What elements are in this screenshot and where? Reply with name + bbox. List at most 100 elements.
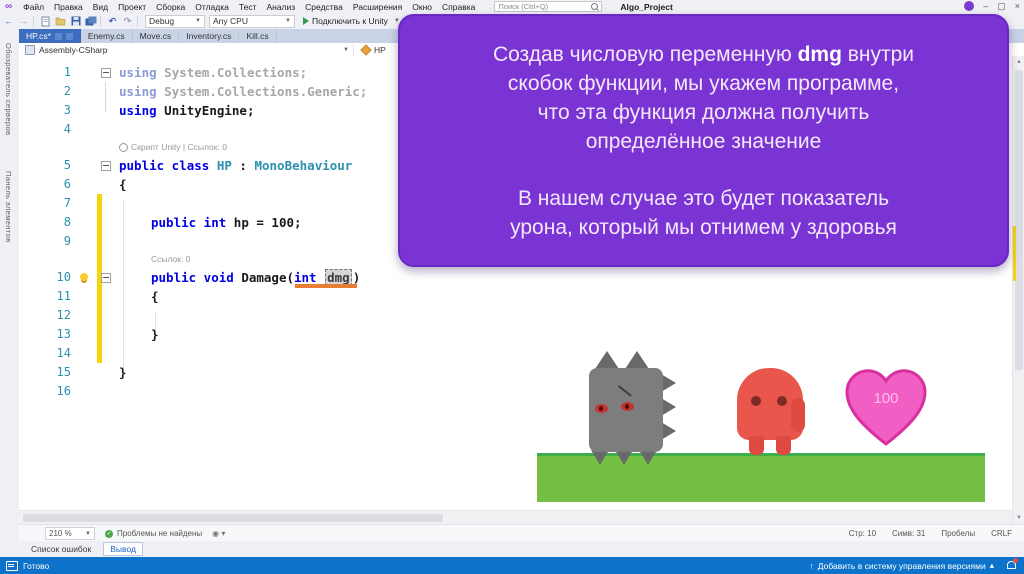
zoom-dropdown[interactable]: 210 % ▼ [45, 527, 95, 540]
vertical-scroll-thumb[interactable] [1015, 70, 1023, 370]
open-file-icon[interactable] [54, 15, 67, 27]
menu-item-окно[interactable]: Окно [407, 2, 437, 12]
code-lens-options-icon[interactable]: ◉ ▾ [212, 529, 225, 538]
document-tab[interactable]: Move.cs [133, 29, 180, 43]
menu-item-средства[interactable]: Средства [300, 2, 348, 12]
line-number: 5 [63, 158, 71, 172]
redo-icon[interactable]: ↷ [121, 15, 134, 27]
configuration-dropdown[interactable]: Debug ▼ [145, 14, 205, 28]
document-tab-label: Enemy.cs [87, 31, 125, 41]
cursor-line-indicator[interactable]: Стр: 10 [849, 529, 876, 538]
overlay-line: В нашем случае это будет показатель [517, 186, 890, 210]
account-avatar[interactable] [964, 1, 975, 11]
close-button[interactable]: × [1015, 1, 1020, 11]
line-number: 4 [63, 122, 71, 136]
bottom-panel-tabs: Список ошибок Вывод [19, 541, 1024, 557]
scroll-up-icon[interactable]: ▲ [1015, 58, 1023, 66]
scroll-down-icon[interactable]: ▼ [1015, 514, 1023, 522]
navigate-forward-icon[interactable]: → [17, 15, 30, 27]
close-tab-icon[interactable] [65, 32, 73, 40]
line-number: 10 [56, 270, 71, 284]
platform-dropdown[interactable]: Any CPU ▼ [209, 14, 295, 28]
fold-collapse-icon[interactable] [101, 273, 111, 283]
menu-item-отладка[interactable]: Отладка [190, 2, 234, 12]
editor-indicator-bar: 210 % ▼ ✓ Проблемы не найдены ◉ ▾ Стр: 10… [19, 524, 1024, 542]
document-tab[interactable]: HP.cs* [19, 29, 81, 43]
status-ready-label: Готово [23, 560, 50, 571]
horizontal-scrollbar[interactable] [19, 510, 1012, 525]
document-tab[interactable]: Kill.cs [239, 29, 277, 43]
cursor-column-indicator[interactable]: Симв: 31 [892, 529, 925, 538]
save-icon[interactable] [69, 15, 82, 27]
line-number: 14 [56, 346, 71, 360]
add-to-source-control-button[interactable]: ↑ Добавить в систему управления версиями… [810, 560, 994, 571]
code-line[interactable]: 11{ [19, 287, 1012, 306]
pin-icon[interactable] [54, 32, 62, 40]
vertical-scrollbar[interactable]: ▲ ▼ [1012, 56, 1024, 524]
menu-item-справка[interactable]: Справка [437, 2, 480, 12]
health-heart: 100 [843, 366, 929, 455]
health-value: 100 [873, 390, 899, 407]
menu-bar: Файл Правка Вид Проект Сборка Отладка Тест Анал… [18, 2, 480, 12]
code-line[interactable]: 10 public void Damage(int dmg) [19, 268, 1012, 288]
fold-collapse-icon[interactable] [101, 68, 111, 78]
fold-collapse-icon[interactable] [101, 161, 111, 171]
overlay-line: Создав числовую переменную dmg внутри [492, 42, 915, 66]
undo-icon[interactable]: ↶ [106, 15, 119, 27]
line-number: 11 [56, 289, 71, 303]
search-icon [591, 3, 599, 10]
feedback-smiley-icon[interactable] [6, 560, 18, 571]
panel-tab[interactable]: Вывод [103, 542, 143, 556]
notifications-bell-icon[interactable] [1007, 558, 1018, 569]
attach-to-unity-button[interactable]: Подключить к Unity ▼ [303, 16, 400, 26]
menu-item-анализ[interactable]: Анализ [261, 2, 300, 12]
panel-tab[interactable]: Список ошибок [25, 543, 97, 555]
class-icon [360, 43, 372, 56]
side-rail-tab[interactable]: Обозреватель серверов [4, 43, 13, 135]
member-dropdown[interactable]: HP [374, 45, 386, 55]
code-line[interactable]: 12 [19, 306, 1012, 325]
document-tab[interactable]: Inventory.cs [179, 29, 240, 43]
project-name: Assembly-CSharp [39, 44, 108, 55]
line-number: 3 [63, 103, 71, 117]
new-file-icon[interactable] [39, 15, 52, 27]
play-icon [303, 17, 309, 25]
tutorial-overlay: Создав числовую переменную dmg внутри ск… [398, 14, 1009, 267]
indentation-indicator[interactable]: Пробелы [941, 529, 975, 538]
document-tab-label: Move.cs [139, 31, 172, 41]
maximize-button[interactable]: ▢ [997, 1, 1006, 11]
left-tool-rail: Обозреватель серверов Панель элементов [0, 29, 20, 557]
menu-item-сборка[interactable]: Сборка [151, 2, 190, 12]
line-ending-indicator[interactable]: CRLF [991, 529, 1012, 538]
menu-item-файл[interactable]: Файл [18, 2, 49, 12]
horizontal-scroll-thumb[interactable] [23, 514, 443, 522]
navigate-back-icon[interactable]: ← [2, 15, 15, 27]
attach-to-unity-label: Подключить к Unity [312, 16, 388, 26]
search-input[interactable]: Поиск (Ctrl+Q) [494, 1, 603, 12]
side-rail-tab[interactable]: Панель элементов [4, 171, 13, 243]
menu-item-проект[interactable]: Проект [113, 2, 151, 12]
document-tab-label: Kill.cs [246, 31, 269, 41]
project-icon [25, 44, 35, 55]
dmg-highlight: dmg [797, 42, 842, 66]
menu-item-расширения[interactable]: Расширения [348, 2, 407, 12]
line-number: 1 [63, 65, 71, 79]
gear-icon [119, 143, 128, 152]
save-all-icon[interactable] [84, 15, 97, 27]
document-tab-label: HP.cs* [26, 31, 51, 41]
minimize-button[interactable]: – [983, 1, 988, 11]
menu-item-вид[interactable]: Вид [88, 2, 113, 12]
document-tab-label: Inventory.cs [186, 31, 232, 41]
document-tab[interactable]: Enemy.cs [81, 29, 133, 43]
configuration-value: Debug [149, 16, 175, 26]
window-title: Algo_Project [620, 1, 673, 12]
source-control-label: Добавить в систему управления версиями [817, 560, 986, 571]
line-number: 2 [63, 84, 71, 98]
upload-arrow-icon: ↑ [809, 560, 814, 571]
project-dropdown[interactable]: Assembly-CSharp ▼ [39, 45, 349, 55]
line-number: 7 [63, 196, 71, 210]
menu-item-тест[interactable]: Тест [234, 2, 262, 12]
menu-item-правка[interactable]: Правка [49, 2, 88, 12]
lightbulb-icon[interactable] [80, 273, 88, 281]
search-placeholder: Поиск (Ctrl+Q) [498, 2, 549, 11]
